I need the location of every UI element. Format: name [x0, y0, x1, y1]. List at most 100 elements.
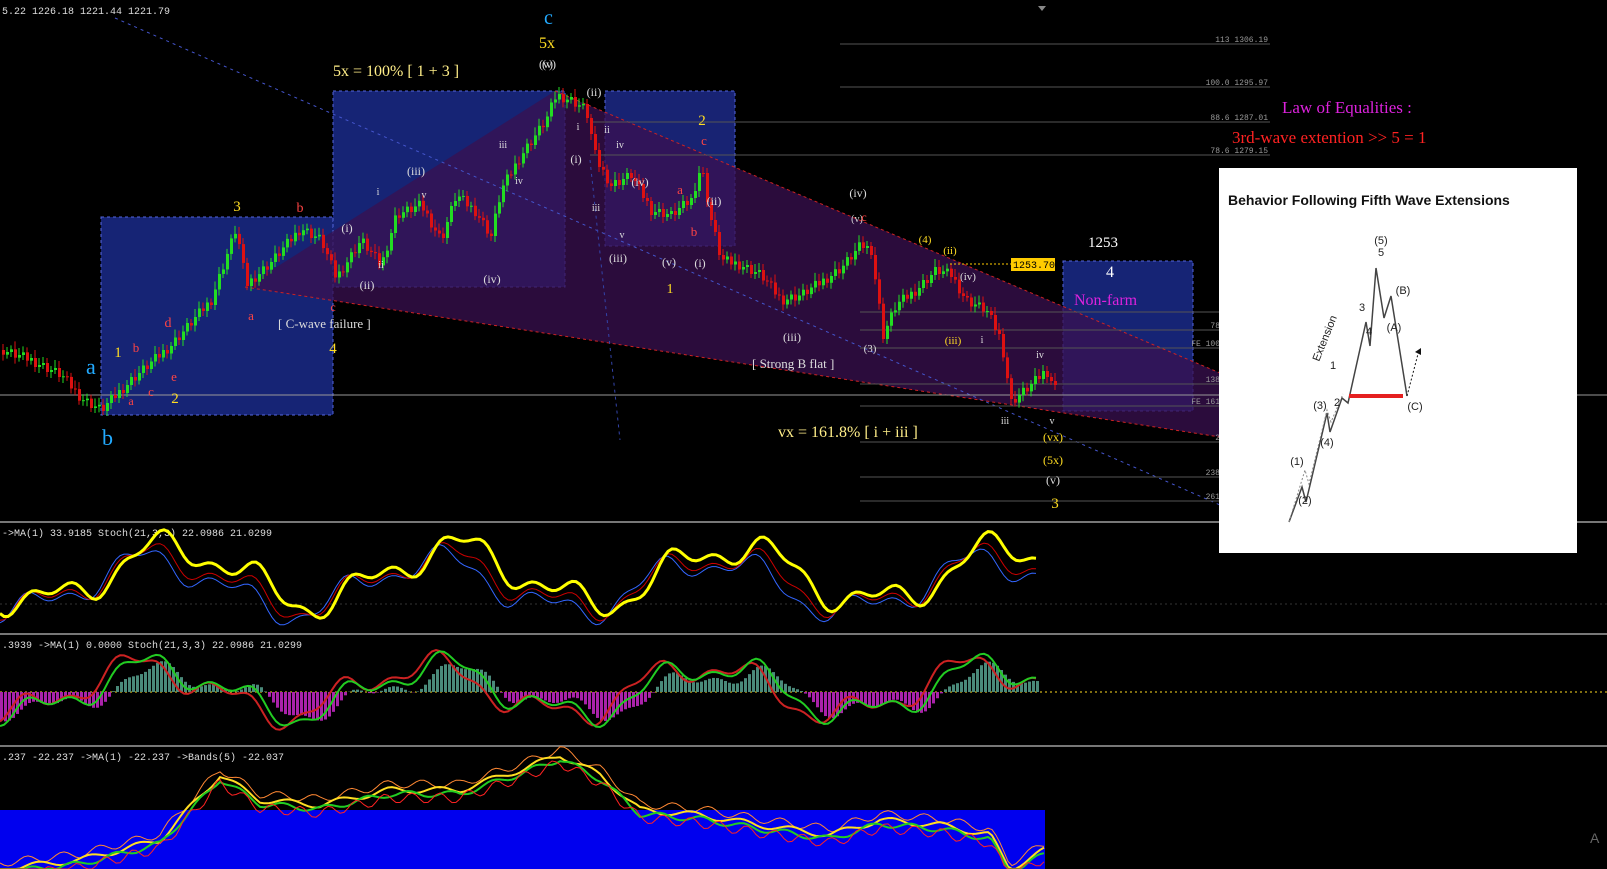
macd-hist-bar	[884, 692, 887, 703]
candle-body	[722, 255, 725, 260]
candle-body	[1050, 377, 1053, 381]
macd-hist-bar	[300, 692, 303, 716]
wave-label: (iii)	[783, 330, 801, 344]
macd-hist-bar	[396, 686, 399, 692]
macd-hist-bar	[272, 692, 275, 703]
candle-body	[558, 94, 561, 100]
candle-body	[954, 277, 957, 280]
candle-body	[446, 222, 449, 238]
candle-body	[98, 404, 101, 407]
macd-hist-bar	[392, 686, 395, 692]
candle-body	[758, 270, 761, 272]
macd-hist-bar	[428, 679, 431, 692]
candle-body	[26, 352, 29, 361]
macd-hist-bar	[568, 692, 571, 699]
candle-body	[354, 252, 357, 254]
candle-body	[498, 202, 501, 214]
candle-body	[230, 238, 233, 254]
candle-body	[470, 205, 473, 207]
candle-body	[154, 354, 157, 362]
wave-label: 3	[1051, 496, 1059, 512]
chart-canvas[interactable]: 5.22 1226.18 1221.44 1221.79 113 1306.19…	[0, 0, 1607, 869]
watermark-char: A	[1590, 830, 1600, 846]
candle-body	[210, 302, 213, 305]
candle-body	[386, 250, 389, 258]
macd-hist-bar	[732, 683, 735, 692]
candle-body	[114, 395, 117, 398]
candle-body	[306, 228, 309, 231]
candle-body	[998, 330, 1001, 334]
macd-hist-bar	[120, 681, 123, 692]
candle-body	[350, 252, 353, 263]
inset-wave-label: (C)	[1407, 401, 1422, 413]
candle-body	[462, 195, 465, 197]
candle-body	[406, 206, 409, 213]
candle-body	[494, 213, 497, 236]
inset-wave-label: (1)	[1290, 456, 1303, 468]
wave-label: a	[248, 308, 254, 323]
wave-label: (i)	[570, 152, 581, 166]
candle-body	[514, 163, 517, 175]
candle-body	[870, 246, 873, 255]
law-text: 3rd-wave extention >> 5 = 1	[1232, 128, 1426, 147]
macd-hist-bar	[556, 692, 559, 703]
candle-body	[526, 143, 529, 154]
macd-hist-bar	[932, 692, 935, 704]
candle-body	[730, 256, 733, 265]
candle-body	[650, 201, 653, 215]
candle-body	[1026, 387, 1029, 392]
candle-body	[150, 361, 153, 369]
candle-body	[198, 308, 201, 317]
wave-label: (ii)	[943, 245, 957, 257]
candle-body	[518, 163, 521, 165]
candle-body	[282, 247, 285, 256]
candle-body	[678, 208, 681, 215]
law-title: Law of Equalities :	[1282, 98, 1412, 117]
macd-hist-bar	[312, 692, 315, 719]
macd-hist-bar	[968, 676, 971, 692]
macd-hist-bar	[48, 692, 51, 705]
macd-hist-bar	[740, 681, 743, 692]
macd-hist-bar	[448, 664, 451, 692]
macd-hist-bar	[0, 692, 3, 721]
macd-hist-bar	[872, 692, 875, 707]
candle-body	[194, 317, 197, 326]
macd-hist-bar	[316, 692, 319, 721]
wave-label: (5x)	[1043, 453, 1063, 467]
candle-body	[402, 212, 405, 218]
label-1253: 1253	[1088, 235, 1118, 251]
macd-hist-bar	[144, 671, 147, 692]
macd-hist-bar	[908, 692, 911, 707]
candle-body	[298, 232, 301, 236]
inset-wave-label: 5	[1378, 247, 1384, 259]
wave-label: (i)	[341, 221, 352, 235]
candle-body	[1042, 371, 1045, 379]
macd-hist-bar	[660, 681, 663, 692]
candle-body	[614, 180, 617, 186]
candle-body	[646, 198, 649, 201]
candle-body	[938, 267, 941, 274]
candle-body	[418, 200, 421, 207]
macd-hist-bar	[324, 692, 327, 720]
wave-label: (3)	[864, 343, 877, 355]
candle-body	[374, 252, 377, 254]
candle-body	[598, 150, 601, 167]
wave-label: (iii)	[609, 251, 627, 265]
candle-body	[1046, 371, 1049, 377]
candle-body	[714, 220, 717, 232]
macd-hist-bar	[464, 669, 467, 692]
candle-body	[410, 206, 413, 212]
macd-hist-bar	[204, 685, 207, 692]
candle-body	[42, 363, 45, 365]
macd-hist-bar	[368, 692, 371, 694]
macd-hist-bar	[980, 665, 983, 692]
macd-hist-bar	[80, 692, 83, 701]
candle-body	[742, 267, 745, 270]
candle-body	[86, 398, 89, 401]
macd-hist-bar	[704, 680, 707, 692]
macd-hist-bar	[748, 674, 751, 692]
candle-body	[102, 404, 105, 411]
candle-body	[1010, 378, 1013, 399]
wave-label: i	[577, 122, 580, 133]
candle-body	[962, 293, 965, 296]
